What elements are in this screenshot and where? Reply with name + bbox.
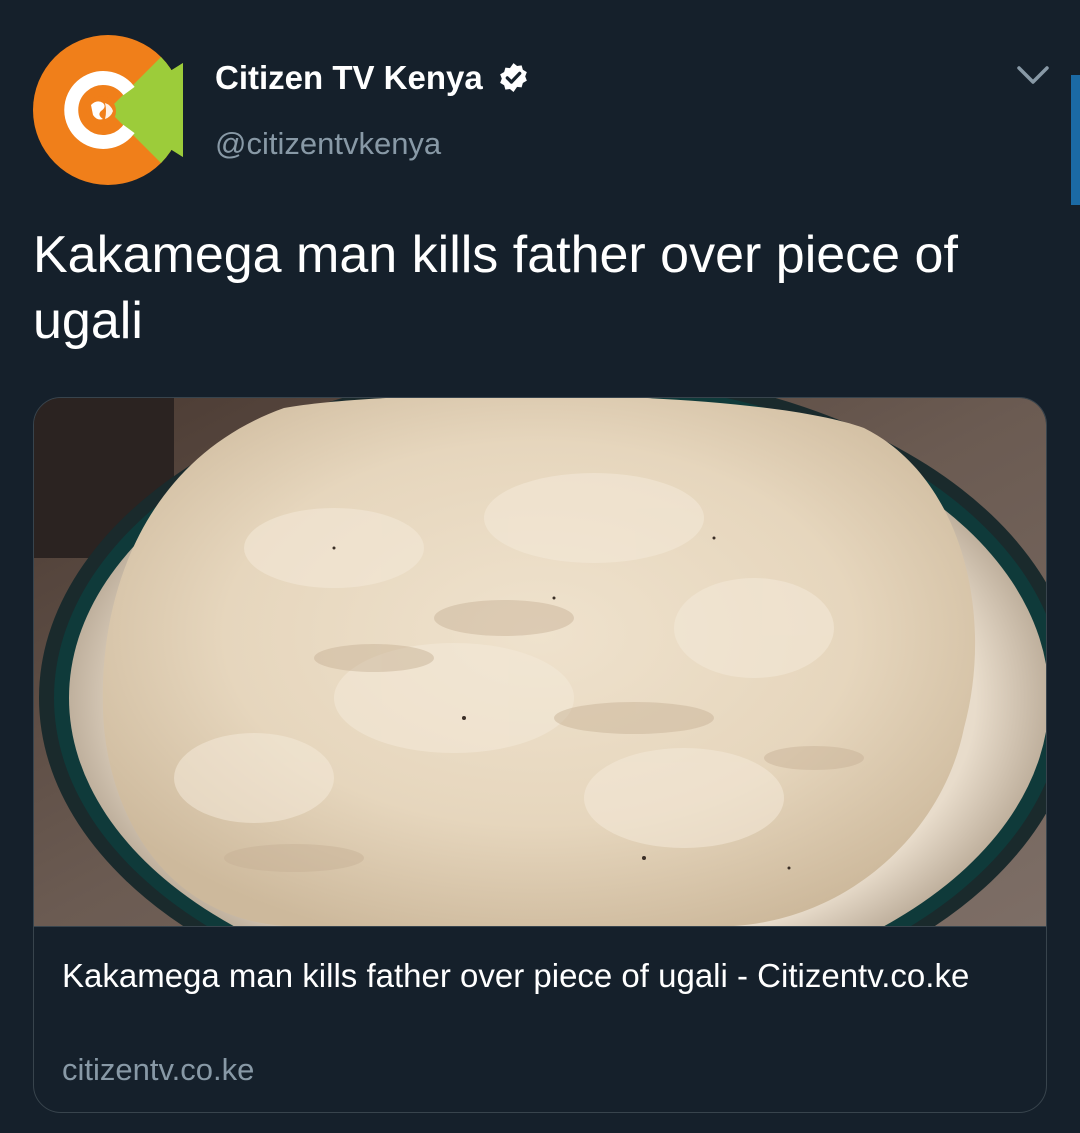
verified-badge-icon xyxy=(500,63,527,92)
ugali-plate-image xyxy=(34,398,1046,926)
user-handle[interactable]: @citizentvkenya xyxy=(215,124,441,164)
card-title: Kakamega man kills father over piece of … xyxy=(62,957,970,994)
link-card[interactable]: Kakamega man kills father over piece of … xyxy=(33,397,1047,1113)
avatar[interactable] xyxy=(33,35,200,185)
card-domain: citizentv.co.ke xyxy=(62,1052,255,1087)
card-divider xyxy=(34,926,1046,927)
tweet-text: Kakamega man kills father over piece of … xyxy=(33,226,958,350)
scrollbar[interactable] xyxy=(1071,75,1080,205)
citizen-tv-logo-icon xyxy=(33,35,200,185)
display-name[interactable]: Citizen TV Kenya xyxy=(215,58,483,98)
tweet-page: Citizen TV Kenya @citizentvkenya Kakameg… xyxy=(0,0,1080,1133)
chevron-down-icon[interactable] xyxy=(1013,60,1053,92)
